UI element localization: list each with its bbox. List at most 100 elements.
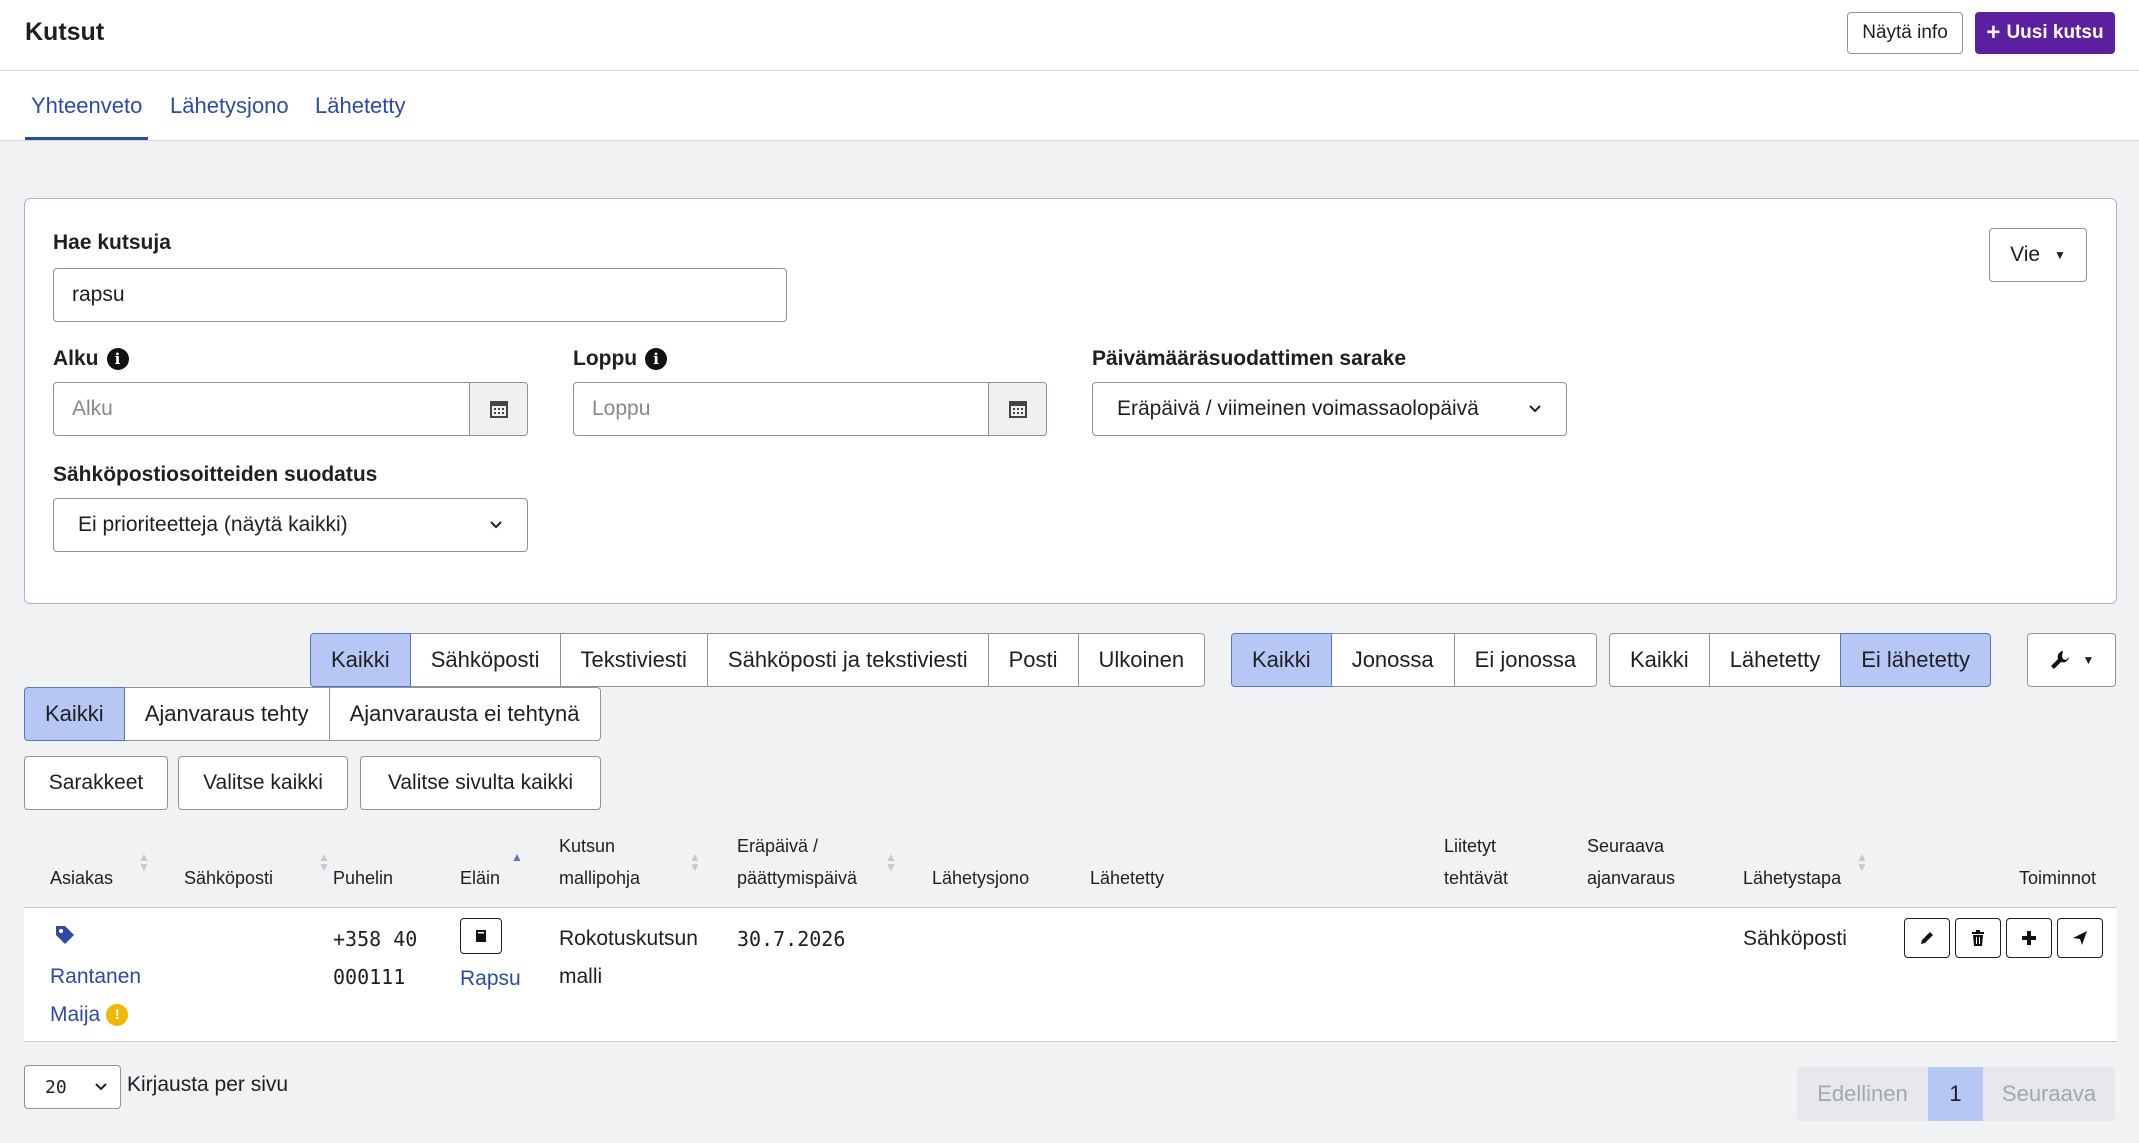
channel-filter-external[interactable]: Ulkoinen [1077,633,1206,687]
new-invite-label: Uusi kutsu [2006,22,2104,43]
settings-dropdown-button[interactable]: ▼ [2027,633,2116,687]
end-date-field[interactable] [592,383,976,435]
tab-summary[interactable]: Yhteenveto [25,93,149,140]
tab-send-queue[interactable]: Lähetysjono [170,93,289,119]
search-input-field[interactable] [72,269,768,321]
pencil-icon [1921,932,1933,944]
per-page-label: Kirjausta per sivu [127,1073,289,1096]
page-1-button[interactable]: 1 [1928,1067,1983,1121]
start-date-field[interactable] [72,383,457,435]
sort-icon[interactable]: ▲▼ [1856,851,1868,873]
channel-filter-email-sms[interactable]: Sähköposti ja tekstiviesti [706,633,989,687]
channel-filter-all[interactable]: Kaikki [310,633,411,687]
new-invite-button[interactable]: + Uusi kutsu [1975,12,2115,54]
sort-icon[interactable]: ▲▼ [318,851,330,873]
previous-page-button[interactable]: Edellinen [1797,1067,1928,1121]
per-page-select[interactable]: 20 [24,1065,121,1109]
column-header-template[interactable]: Kutsun mallipohja [559,830,640,894]
chevron-down-icon [490,521,502,529]
booking-filter-booked[interactable]: Ajanvaraus tehty [123,687,330,741]
booking-filter-all[interactable]: Kaikki [24,687,125,741]
date-column-label: Päivämääräsuodattimen sarake [1092,347,1407,370]
page-title: Kutsut [25,18,105,46]
caret-down-icon: ▼ [2082,653,2095,667]
booking-filter-group: Kaikki Ajanvaraus tehty Ajanvarausta ei … [24,687,601,741]
sent-filter-all[interactable]: Kaikki [1609,633,1710,687]
info-icon[interactable]: i [106,348,129,370]
channel-filter-post[interactable]: Posti [987,633,1079,687]
send-method-cell: Sähköposti [1743,927,1847,950]
show-info-button[interactable]: Näytä info [1847,12,1963,54]
sort-icon[interactable]: ▲▼ [885,851,897,873]
column-header-client[interactable]: Asiakas [50,862,113,894]
end-date-input[interactable] [573,382,1047,436]
sort-icon[interactable]: ▲▼ [138,851,150,873]
queue-filter-not-queued[interactable]: Ei jonossa [1453,633,1598,687]
export-label: Vie [2010,243,2041,266]
chevron-down-icon [1529,405,1541,413]
start-date-label: Alku i [53,347,129,371]
client-name-link[interactable]: Rantanen Maija ! [50,958,141,1034]
trash-icon [1972,930,1984,946]
select-all-label: Valitse kaikki [203,771,323,794]
queue-filter-group: Kaikki Jonossa Ei jonossa [1231,633,1598,687]
channel-filter-sms[interactable]: Tekstiviesti [559,633,708,687]
email-filter-select[interactable]: Ei prioriteetteja (näytä kaikki) [53,498,528,552]
delete-button[interactable] [1955,918,2001,958]
column-header-next-booking: Seuraava ajanvaraus [1587,836,1676,888]
column-header-phone: Puhelin [333,868,394,888]
column-header-email[interactable]: Sähköposti [184,862,273,894]
column-header-animal[interactable]: Eläin [460,862,500,894]
search-label: Hae kutsuja [53,231,171,254]
queue-filter-queued[interactable]: Jonossa [1330,633,1455,687]
date-column-value: Eräpäivä / viimeinen voimassaolopäivä [1117,397,1479,420]
column-header-sent: Lähetetty [1090,868,1165,888]
columns-button[interactable]: Sarakkeet [24,756,168,810]
chevron-down-icon [95,1083,107,1091]
top-bar: Kutsut Näytä info + Uusi kutsu [0,0,2139,71]
edit-button[interactable] [1904,918,1950,958]
patient-record-button[interactable] [460,918,502,954]
column-header-tasks: Liitetyt tehtävät [1444,836,1509,888]
tab-bar: Yhteenveto Lähetysjono Lähetetty [0,71,2139,141]
column-header-due-date[interactable]: Eräpäivä / päättymispäivä [737,830,857,894]
columns-label: Sarakkeet [48,771,144,794]
show-info-label: Näytä info [1862,22,1948,43]
select-page-button[interactable]: Valitse sivulta kaikki [360,756,601,810]
animal-link[interactable]: Rapsu [460,960,521,998]
sent-filter-not-sent[interactable]: Ei lähetetty [1840,633,1992,687]
tab-sent[interactable]: Lähetetty [315,93,406,119]
plus-icon [2022,931,2036,945]
channel-filter-group: Kaikki Sähköposti Tekstiviesti Sähköpost… [310,633,1206,687]
next-page-button[interactable]: Seuraava [1983,1067,2115,1121]
sent-filter-sent[interactable]: Lähetetty [1708,633,1842,687]
booking-filter-not-booked[interactable]: Ajanvarausta ei tehtynä [328,687,601,741]
due-date-cell: 30.7.2026 [737,927,846,951]
email-filter-label: Sähköpostiosoitteiden suodatus [53,463,378,486]
sort-icon[interactable]: ▲▼ [511,851,523,872]
export-dropdown-button[interactable]: Vie ▼ [1989,228,2087,282]
caret-down-icon: ▼ [2054,248,2066,262]
phone-cell: +358 40 000111 [333,927,418,989]
queue-filter-all[interactable]: Kaikki [1231,633,1332,687]
plus-icon: + [1986,19,2001,46]
tag-icon[interactable] [54,924,76,946]
search-card: Hae kutsuja Vie ▼ Alku i Loppu i Päivämä… [24,198,2117,604]
send-button[interactable] [2057,918,2103,958]
start-date-input[interactable] [53,382,528,436]
calendar-icon[interactable] [469,383,527,435]
table-header: Asiakas ▲ ▼ Sähköposti ▲ ▼ Puhelin Eläin ▲… [24,820,2117,908]
select-all-button[interactable]: Valitse kaikki [178,756,348,810]
search-input[interactable] [53,268,787,322]
end-date-label: Loppu i [573,347,668,371]
column-header-queue: Lähetysjono [932,868,1030,888]
channel-filter-email[interactable]: Sähköposti [409,633,561,687]
calendar-icon[interactable] [988,383,1046,435]
info-icon[interactable]: i [645,348,668,370]
add-button[interactable] [2006,918,2052,958]
warning-icon[interactable]: ! [106,1004,129,1026]
column-header-send-method[interactable]: Lähetystapa [1743,862,1841,894]
sent-filter-group: Kaikki Lähetetty Ei lähetetty [1609,633,1992,687]
sort-icon[interactable]: ▲▼ [689,851,701,873]
date-column-select[interactable]: Eräpäivä / viimeinen voimassaolopäivä [1092,382,1567,436]
